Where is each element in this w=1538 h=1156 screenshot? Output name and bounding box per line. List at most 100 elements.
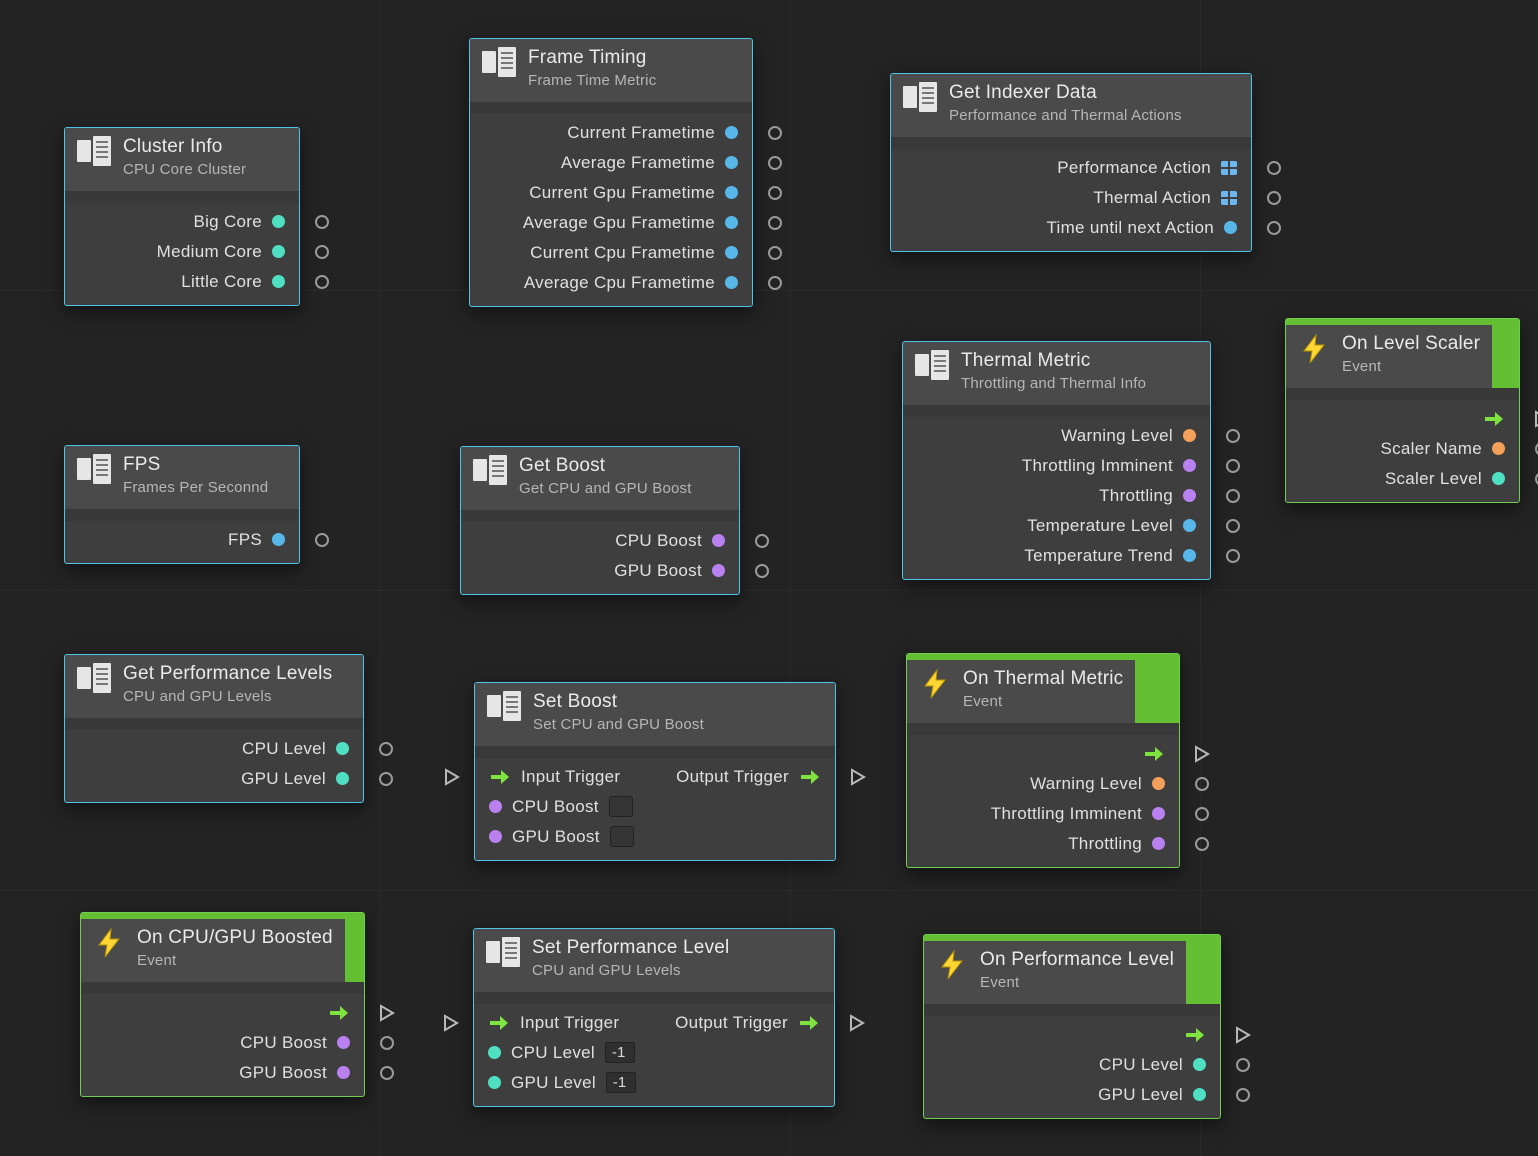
- output-port[interactable]: Throttling Imminent: [903, 451, 1210, 481]
- output-port[interactable]: GPU Level: [924, 1080, 1220, 1110]
- node-get-performance-levels[interactable]: Get Performance Levels CPU and GPU Level…: [64, 654, 364, 803]
- node-subtitle: CPU and GPU Levels: [123, 688, 332, 706]
- node-get-boost[interactable]: Get Boost Get CPU and GPU Boost CPU Boos…: [460, 446, 740, 595]
- node-set-boost[interactable]: Set Boost Set CPU and GPU Boost Input Tr…: [474, 682, 836, 861]
- node-on-thermal-metric[interactable]: On Thermal Metric Event Warning LevelThr…: [906, 653, 1180, 868]
- node-get-indexer-data[interactable]: Get Indexer Data Performance and Thermal…: [890, 73, 1252, 252]
- connector-ring-icon[interactable]: [768, 216, 782, 230]
- node-frame-timing[interactable]: Frame Timing Frame Time Metric Current F…: [469, 38, 753, 307]
- connector-ring-icon[interactable]: [1195, 807, 1209, 821]
- port-label: Throttling: [1099, 486, 1173, 506]
- input-field[interactable]: -1: [605, 1042, 635, 1063]
- connector-ring-icon[interactable]: [315, 533, 329, 547]
- output-port[interactable]: CPU Boost: [81, 1028, 364, 1058]
- exec-out[interactable]: [924, 1020, 1220, 1050]
- node-fps[interactable]: FPS Frames Per Seconnd FPS: [64, 445, 300, 564]
- output-port[interactable]: Warning Level: [907, 769, 1179, 799]
- output-port[interactable]: Little Core: [65, 267, 299, 297]
- output-port[interactable]: Throttling: [903, 481, 1210, 511]
- output-port[interactable]: Scaler Name: [1286, 434, 1519, 464]
- input-port[interactable]: GPU Level-1: [474, 1068, 834, 1098]
- connector-ring-icon[interactable]: [755, 534, 769, 548]
- port-label: Medium Core: [157, 242, 262, 262]
- exec-row[interactable]: Input Trigger Output Trigger: [474, 1008, 834, 1038]
- output-port[interactable]: Scaler Level: [1286, 464, 1519, 494]
- port-pin-icon: [712, 534, 725, 547]
- input-port[interactable]: CPU Boost: [475, 792, 835, 822]
- input-port[interactable]: CPU Level-1: [474, 1038, 834, 1068]
- output-port[interactable]: Thermal Action: [891, 183, 1251, 213]
- output-port[interactable]: Average Frametime: [470, 148, 752, 178]
- output-port[interactable]: Medium Core: [65, 237, 299, 267]
- connector-ring-icon[interactable]: [379, 742, 393, 756]
- node-title: Frame Timing: [528, 47, 656, 70]
- connector-ring-icon[interactable]: [1195, 777, 1209, 791]
- connector-ring-icon[interactable]: [315, 245, 329, 259]
- node-thermal-metric[interactable]: Thermal Metric Throttling and Thermal In…: [902, 341, 1211, 580]
- connector-ring-icon[interactable]: [1195, 837, 1209, 851]
- node-on-performance-level[interactable]: On Performance Level Event CPU LevelGPU …: [923, 934, 1221, 1119]
- output-port[interactable]: Current Cpu Frametime: [470, 238, 752, 268]
- connector-ring-icon[interactable]: [1226, 489, 1240, 503]
- output-port[interactable]: Average Gpu Frametime: [470, 208, 752, 238]
- connector-ring-icon[interactable]: [315, 275, 329, 289]
- connector-ring-icon[interactable]: [315, 215, 329, 229]
- node-on-cpu-gpu-boosted[interactable]: On CPU/GPU Boosted Event CPU BoostGPU Bo…: [80, 912, 365, 1097]
- connector-ring-icon[interactable]: [1226, 459, 1240, 473]
- output-port[interactable]: Big Core: [65, 207, 299, 237]
- input-field[interactable]: -1: [606, 1072, 636, 1093]
- port-label: Input Trigger: [521, 767, 620, 787]
- input-field[interactable]: [610, 826, 634, 847]
- input-field[interactable]: [609, 796, 633, 817]
- connector-ring-icon[interactable]: [1226, 549, 1240, 563]
- connector-ring-icon[interactable]: [1267, 191, 1281, 205]
- connector-ring-icon[interactable]: [379, 772, 393, 786]
- output-port[interactable]: GPU Level: [65, 764, 363, 794]
- output-port[interactable]: Temperature Level: [903, 511, 1210, 541]
- port-pin-icon: [1183, 549, 1196, 562]
- connector-ring-icon[interactable]: [768, 246, 782, 260]
- port-label: Temperature Level: [1027, 516, 1173, 536]
- node-set-performance-level[interactable]: Set Performance Level CPU and GPU Levels…: [473, 928, 835, 1107]
- output-port[interactable]: GPU Boost: [461, 556, 739, 586]
- connector-ring-icon[interactable]: [1236, 1058, 1250, 1072]
- port-pin-icon: [725, 186, 738, 199]
- node-cluster-info[interactable]: Cluster Info CPU Core Cluster Big CoreMe…: [64, 127, 300, 306]
- input-port[interactable]: GPU Boost: [475, 822, 835, 852]
- connector-ring-icon[interactable]: [1267, 221, 1281, 235]
- connector-ring-icon[interactable]: [1267, 161, 1281, 175]
- exec-row[interactable]: Input Trigger Output Trigger: [475, 762, 835, 792]
- output-port[interactable]: CPU Level: [924, 1050, 1220, 1080]
- output-port[interactable]: Warning Level: [903, 421, 1210, 451]
- output-port[interactable]: Time until next Action: [891, 213, 1251, 243]
- connector-ring-icon[interactable]: [380, 1036, 394, 1050]
- exec-out[interactable]: [1286, 404, 1519, 434]
- output-port[interactable]: Performance Action: [891, 153, 1251, 183]
- connector-ring-icon[interactable]: [380, 1066, 394, 1080]
- connector-ring-icon[interactable]: [755, 564, 769, 578]
- output-port[interactable]: Average Cpu Frametime: [470, 268, 752, 298]
- output-port[interactable]: GPU Boost: [81, 1058, 364, 1088]
- node-on-level-scaler[interactable]: On Level Scaler Event Scaler NameScaler …: [1285, 318, 1520, 503]
- output-port[interactable]: CPU Boost: [461, 526, 739, 556]
- port-label: Output Trigger: [675, 1013, 788, 1033]
- node-title: Set Boost: [533, 691, 704, 714]
- output-port[interactable]: Current Frametime: [470, 118, 752, 148]
- connector-ring-icon[interactable]: [1226, 429, 1240, 443]
- connector-ring-icon[interactable]: [768, 186, 782, 200]
- output-port[interactable]: Throttling Imminent: [907, 799, 1179, 829]
- output-port[interactable]: Throttling: [907, 829, 1179, 859]
- exec-pin-icon: [849, 768, 867, 786]
- exec-out[interactable]: [81, 998, 364, 1028]
- connector-ring-icon[interactable]: [768, 276, 782, 290]
- connector-ring-icon[interactable]: [1236, 1088, 1250, 1102]
- exec-out[interactable]: [907, 739, 1179, 769]
- output-port[interactable]: CPU Level: [65, 734, 363, 764]
- bolt-icon: [93, 927, 125, 959]
- output-port[interactable]: Temperature Trend: [903, 541, 1210, 571]
- connector-ring-icon[interactable]: [768, 156, 782, 170]
- connector-ring-icon[interactable]: [1226, 519, 1240, 533]
- connector-ring-icon[interactable]: [768, 126, 782, 140]
- output-port[interactable]: Current Gpu Frametime: [470, 178, 752, 208]
- output-port[interactable]: FPS: [65, 525, 299, 555]
